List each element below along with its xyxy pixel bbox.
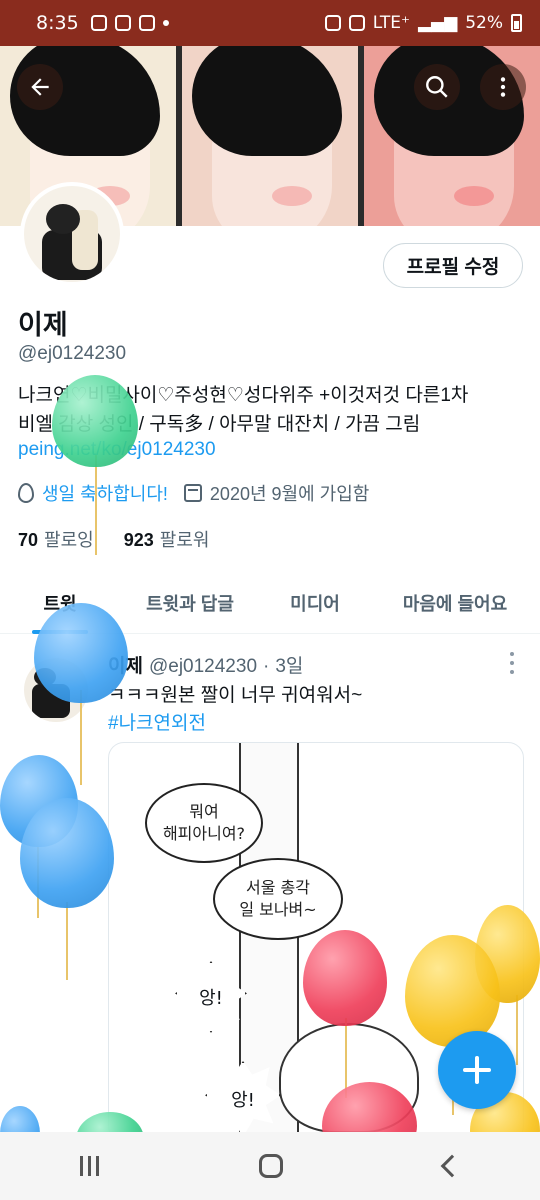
calendar-icon [183, 484, 202, 502]
profile-handle: @ej0124230 [18, 343, 127, 364]
tweet-hashtag[interactable]: #나크연외전 [108, 708, 206, 735]
more-vertical-icon [500, 77, 506, 97]
sound-effect-burst: 앙! [175, 961, 247, 1033]
tweet-author-handle[interactable]: @ej0124230 [149, 656, 257, 678]
followers-count[interactable]: 923 [124, 530, 154, 551]
following-count[interactable]: 70 [18, 530, 38, 551]
gallery-icon [114, 15, 131, 31]
tweet-time[interactable]: 3일 [275, 651, 303, 678]
speech-bubble: 서울 총각일 보나벼~ [213, 858, 343, 940]
app-icon [138, 15, 155, 31]
balloon-icon [18, 483, 34, 503]
profile-name: 이제 [18, 310, 68, 340]
balloon-string [80, 690, 82, 785]
joined-date: 2020년 9월에 가입함 [209, 484, 370, 504]
search-button[interactable] [414, 64, 460, 110]
back-button[interactable] [17, 64, 63, 110]
edit-profile-button[interactable]: 프로필 수정 [383, 243, 523, 288]
balloon-string [516, 995, 518, 1065]
alarm-icon [324, 15, 341, 31]
speech-bubble: 뭐여해피아니여? [145, 783, 263, 863]
balloon-overlay [52, 375, 138, 467]
balloon-string [95, 455, 97, 555]
home-icon[interactable] [259, 1154, 284, 1178]
status-notification-icons [90, 15, 169, 31]
balloon-overlay [303, 930, 387, 1026]
birthday-text[interactable]: 생일 축하합니다! [42, 480, 168, 506]
tweet-text: ㅋㅋㅋ원본 짤이 너무 귀여워서~ [108, 685, 363, 706]
plus-icon [475, 1056, 479, 1084]
notification-icon [90, 15, 107, 31]
bubble-text: 뭐여 [189, 802, 219, 821]
follow-stats: 70 팔로잉 923 팔로워 [18, 526, 209, 552]
status-time: 8:35 [36, 12, 79, 34]
network-label: LTE⁺ [372, 13, 410, 33]
system-navigation-bar [0, 1132, 540, 1200]
profile-meta: 생일 축하합니다! 2020년 9월에 가입함 [18, 480, 369, 506]
tweet-more-icon[interactable] [506, 652, 518, 674]
status-bar: 8:35 LTE⁺ ▂▄▆ 52% [0, 0, 540, 46]
balloon-string [66, 902, 68, 980]
signal-icon: ▂▄▆ [417, 13, 458, 33]
tab-media[interactable]: 미디어 [260, 572, 370, 634]
balloon-overlay [34, 603, 128, 703]
tab-likes[interactable]: 마음에 들어요 [370, 572, 540, 634]
tweet-separator: · [263, 656, 270, 677]
back-icon[interactable] [440, 1154, 464, 1178]
battery-icon [511, 14, 522, 32]
bubble-text: 일 보나벼~ [239, 900, 317, 919]
tab-tweets-replies[interactable]: 트윗과 답글 [120, 572, 260, 634]
more-options-button[interactable] [480, 64, 526, 110]
banner-panel [182, 46, 358, 226]
bubble-text: 서울 총각 [246, 878, 310, 897]
recents-icon[interactable] [80, 1156, 100, 1176]
search-icon [426, 76, 448, 98]
balloon-overlay [20, 798, 114, 908]
back-arrow-icon [31, 78, 49, 96]
compose-tweet-button[interactable] [438, 1031, 516, 1109]
battery-percent: 52% [465, 13, 503, 33]
profile-avatar[interactable] [20, 182, 124, 286]
more-notifications-dot [162, 20, 169, 26]
mute-icon [348, 15, 365, 31]
tweet-header: 이제 @ej0124230 · 3일 [108, 651, 303, 678]
balloon-overlay [405, 935, 500, 1047]
bubble-text: 해피아니여? [162, 824, 246, 843]
following-label[interactable]: 팔로잉 [44, 526, 94, 552]
followers-label[interactable]: 팔로워 [160, 526, 210, 552]
